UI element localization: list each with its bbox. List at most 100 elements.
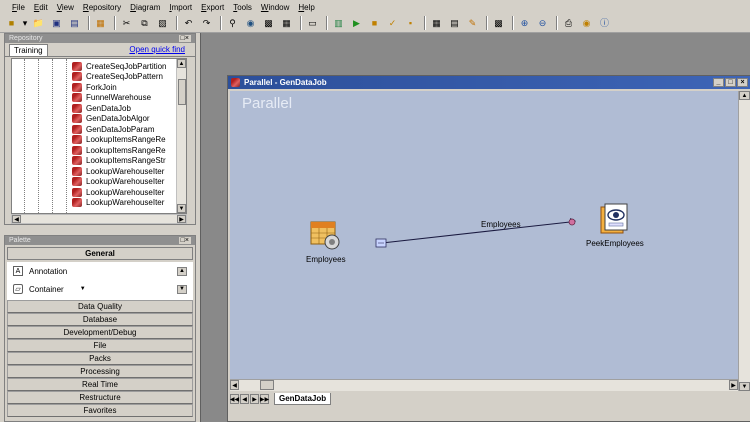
tree-item[interactable]: LookupWarehouseIter	[72, 166, 164, 177]
palette-category-data-quality[interactable]: Data Quality	[7, 300, 193, 313]
close-icon[interactable]: □×	[178, 35, 191, 42]
zoom-in-icon[interactable]: ⊕	[517, 16, 532, 31]
tree-item[interactable]: LookupItemsRangeStr	[72, 156, 166, 167]
palette-item-container[interactable]: ▱ Container ▼ ▼	[7, 280, 193, 298]
menu-diagram[interactable]: Diagram	[130, 3, 160, 12]
compile-icon[interactable]: ▥	[331, 16, 346, 31]
close-icon[interactable]: ×	[737, 78, 748, 87]
find-icon[interactable]: ⚲	[225, 16, 240, 31]
scroll-thumb[interactable]	[178, 79, 186, 105]
scroll-thumb[interactable]	[260, 380, 274, 390]
zoom-icon[interactable]: ◉	[243, 16, 258, 31]
properties-icon[interactable]: ▦	[93, 16, 108, 31]
dropdown-icon[interactable]: ▾	[22, 16, 28, 31]
print-icon[interactable]: ⎙	[561, 16, 576, 31]
run-icon[interactable]: ▶	[349, 16, 364, 31]
tree-horizontal-scrollbar[interactable]: ◀ ▶	[11, 214, 187, 224]
link-line[interactable]	[381, 221, 571, 244]
palette-icon[interactable]: ▤	[447, 16, 462, 31]
tree-item[interactable]: GenDataJob	[72, 103, 131, 114]
canvas-horizontal-scrollbar[interactable]: ◀ ▶	[230, 379, 738, 391]
first-tab-icon[interactable]: ◀◀	[230, 394, 239, 404]
palette-category-favorites[interactable]: Favorites	[7, 404, 193, 417]
stage-employees[interactable]: Employees	[306, 221, 346, 264]
scroll-down-icon[interactable]: ▼	[177, 204, 186, 213]
menu-view[interactable]: View	[57, 3, 74, 12]
menu-help[interactable]: Help	[298, 3, 314, 12]
palette-category-file[interactable]: File	[7, 339, 193, 352]
previous-tab-icon[interactable]: ◀	[240, 394, 249, 404]
menu-edit[interactable]: Edit	[34, 3, 48, 12]
validate-icon[interactable]: ✓	[385, 16, 400, 31]
globe-icon[interactable]: ◉	[579, 16, 594, 31]
copy-icon[interactable]: ⧉	[137, 16, 152, 31]
zoom-out-icon[interactable]: ⊖	[535, 16, 550, 31]
canvas-vertical-scrollbar[interactable]: ▲ ▼	[738, 91, 750, 391]
tab-training[interactable]: Training	[9, 44, 48, 56]
last-tab-icon[interactable]: ▶▶	[260, 394, 269, 404]
open-quick-find-link[interactable]: Open quick find	[129, 45, 185, 56]
scroll-left-icon[interactable]: ◀	[12, 215, 21, 223]
cut-icon[interactable]: ✂	[119, 16, 134, 31]
tree-item[interactable]: CreateSeqJobPartition	[72, 61, 167, 72]
grid-icon[interactable]: ▦	[279, 16, 294, 31]
paste-icon[interactable]: ▧	[155, 16, 170, 31]
new-icon[interactable]: ■	[4, 16, 19, 31]
undo-icon[interactable]: ↶	[181, 16, 196, 31]
menu-window[interactable]: Window	[261, 3, 289, 12]
table-icon[interactable]: ▦	[429, 16, 444, 31]
palette-category-real-time[interactable]: Real Time	[7, 378, 193, 391]
snap-icon[interactable]: ▩	[261, 16, 276, 31]
menu-repository[interactable]: Repository	[83, 3, 121, 12]
save-icon[interactable]: ▣	[49, 16, 64, 31]
minimize-icon[interactable]: _	[713, 78, 724, 87]
tree-item[interactable]: GenDataJobParam	[72, 124, 154, 135]
debug-icon[interactable]: ■	[367, 16, 382, 31]
tree-item[interactable]: LookupWarehouseIter	[72, 177, 164, 188]
maximize-icon[interactable]: □	[725, 78, 736, 87]
save-all-icon[interactable]: ▤	[67, 16, 82, 31]
next-tab-icon[interactable]: ▶	[250, 394, 259, 404]
tree-vertical-scrollbar[interactable]: ▲ ▼	[176, 59, 186, 213]
palette-category-database[interactable]: Database	[7, 313, 193, 326]
tree-item[interactable]: LookupWarehouseIter	[72, 198, 164, 209]
palette-category-restructure[interactable]: Restructure	[7, 391, 193, 404]
redo-icon[interactable]: ↷	[199, 16, 214, 31]
menu-tools[interactable]: Tools	[233, 3, 252, 12]
scroll-right-icon[interactable]: ▶	[729, 380, 738, 390]
pen-icon[interactable]: ✎	[465, 16, 480, 31]
tree-item[interactable]: LookupItemsRangeRe	[72, 145, 166, 156]
tree-item[interactable]: ForkJoin	[72, 82, 117, 93]
palette-category-processing[interactable]: Processing	[7, 365, 193, 378]
palette-category-packs[interactable]: Packs	[7, 352, 193, 365]
scroll-up-icon[interactable]: ▲	[177, 59, 186, 68]
tree-item[interactable]: FunnelWarehouse	[72, 93, 151, 104]
tab-gendatajob[interactable]: GenDataJob	[274, 393, 332, 405]
job-window-titlebar[interactable]: Parallel - GenDataJob _ □ ×	[228, 76, 750, 89]
tree-item[interactable]: LookupItemsRangeRe	[72, 135, 166, 146]
open-icon[interactable]: 📁	[31, 16, 46, 31]
tree-item[interactable]: LookupWarehouseIter	[72, 187, 164, 198]
menu-import[interactable]: Import	[169, 3, 192, 12]
scroll-down-icon[interactable]: ▼	[739, 382, 750, 391]
palette-category-development-debug[interactable]: Development/Debug	[7, 326, 193, 339]
help-icon[interactable]: ⓘ	[597, 16, 612, 31]
window-icon[interactable]: ▭	[305, 16, 320, 31]
menu-file[interactable]: File	[12, 3, 25, 12]
scroll-down-icon[interactable]: ▼	[177, 284, 187, 294]
menu-export[interactable]: Export	[201, 3, 224, 12]
palette-item-annotation[interactable]: A Annotation ▲	[7, 262, 193, 280]
tree-item[interactable]: GenDataJobAlgor	[72, 114, 150, 125]
scroll-right-icon[interactable]: ▶	[177, 215, 186, 223]
scroll-up-icon[interactable]: ▲	[177, 266, 187, 276]
palette-general-header[interactable]: General	[7, 247, 193, 260]
chevron-down-icon[interactable]: ▼	[80, 286, 86, 292]
tree-item[interactable]: CreateSeqJobPattern	[72, 72, 163, 83]
layout-icon[interactable]: ▩	[491, 16, 506, 31]
job-canvas[interactable]: Parallel Employees Employees PeekEmploye…	[230, 91, 738, 391]
link-icon[interactable]: ▪	[403, 16, 418, 31]
stage-peek-employees[interactable]: PeekEmployees	[586, 201, 644, 248]
close-icon[interactable]: □×	[178, 237, 191, 244]
scroll-left-icon[interactable]: ◀	[230, 380, 239, 390]
scroll-up-icon[interactable]: ▲	[739, 91, 750, 100]
